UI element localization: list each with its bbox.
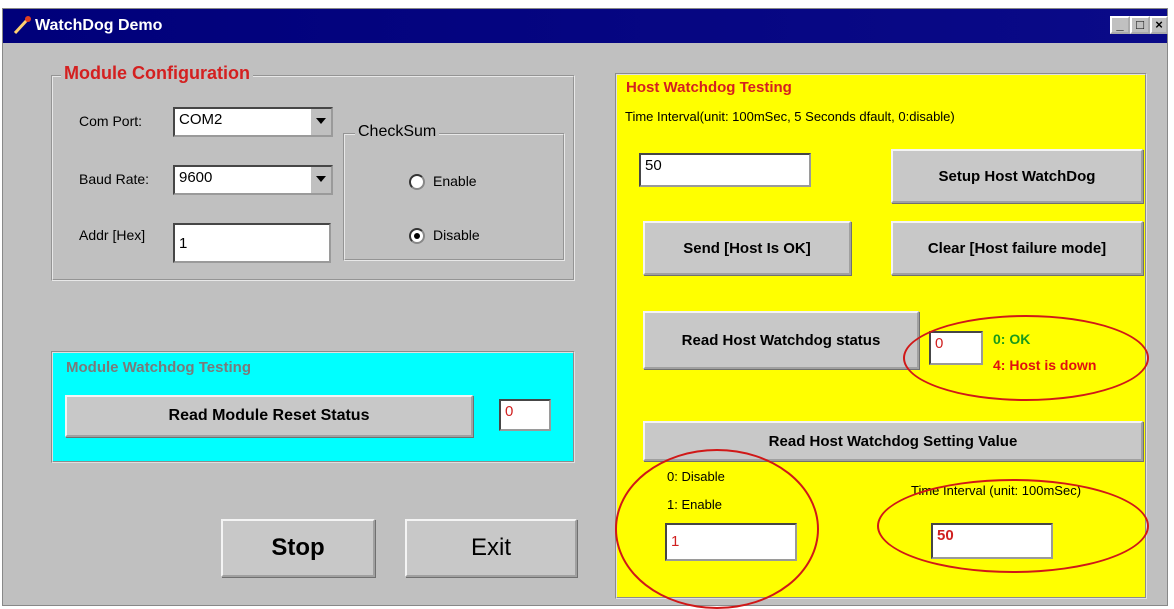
- window-title: WatchDog Demo: [35, 17, 163, 34]
- clear-host-failure-button[interactable]: Clear [Host failure mode]: [891, 221, 1143, 275]
- status-ok-text: 0: OK: [993, 331, 1031, 347]
- radio-on-icon: [409, 228, 425, 245]
- com-port-label: Com Port:: [79, 113, 143, 129]
- com-port-value: COM2: [179, 111, 223, 128]
- chevron-down-icon[interactable]: [309, 167, 331, 193]
- chevron-down-icon[interactable]: [309, 109, 331, 135]
- interval-hint: Time Interval(unit: 100mSec, 5 Seconds d…: [625, 109, 955, 124]
- checksum-legend: CheckSum: [355, 123, 440, 141]
- host-interval-input[interactable]: 50: [639, 153, 811, 187]
- checksum-group: CheckSum Enable Disable: [343, 123, 565, 261]
- read-module-reset-button[interactable]: Read Module Reset Status: [65, 395, 473, 437]
- status-down-text: 4: Host is down: [993, 357, 1097, 373]
- module-reset-status-field[interactable]: 0: [499, 399, 551, 431]
- stop-button[interactable]: Stop: [221, 519, 375, 577]
- minimize-button[interactable]: _: [1110, 16, 1130, 34]
- read-host-status-button[interactable]: Read Host Watchdog status: [643, 311, 919, 369]
- module-config-group: Module Configuration Com Port: COM2 Baud…: [51, 63, 575, 281]
- baud-rate-label: Baud Rate:: [79, 171, 150, 187]
- host-watchdog-panel: Host Watchdog Testing Time Interval(unit…: [615, 73, 1147, 599]
- checksum-enable-label: Enable: [433, 173, 477, 189]
- host-enable-field[interactable]: 1: [665, 523, 797, 561]
- app-icon: [13, 16, 31, 35]
- baud-rate-value: 9600: [179, 169, 213, 186]
- close-button[interactable]: ×: [1150, 16, 1168, 34]
- main-window: WatchDog Demo _ □ × Module Configuration…: [2, 8, 1168, 609]
- host-status-field[interactable]: 0: [929, 331, 983, 365]
- baud-rate-select[interactable]: 9600: [173, 165, 333, 195]
- disable-text: 0: Disable: [667, 469, 725, 484]
- maximize-button[interactable]: □: [1130, 16, 1150, 34]
- exit-button[interactable]: Exit: [405, 519, 577, 577]
- addr-input[interactable]: 1: [173, 223, 331, 263]
- module-watchdog-panel: Module Watchdog Testing Read Module Rese…: [51, 351, 575, 463]
- radio-off-icon: [409, 174, 425, 191]
- setup-host-watchdog-button[interactable]: Setup Host WatchDog: [891, 149, 1143, 203]
- module-watchdog-legend: Module Watchdog Testing: [66, 359, 251, 376]
- com-port-select[interactable]: COM2: [173, 107, 333, 137]
- enable-text: 1: Enable: [667, 497, 722, 512]
- host-setting-interval-field[interactable]: 50: [931, 523, 1053, 559]
- setting-interval-label: Time Interval (unit: 100mSec): [911, 483, 1082, 498]
- read-host-setting-button[interactable]: Read Host Watchdog Setting Value: [643, 421, 1143, 461]
- send-host-ok-button[interactable]: Send [Host Is OK]: [643, 221, 851, 275]
- module-config-legend: Module Configuration: [61, 63, 253, 84]
- addr-label: Addr [Hex]: [79, 227, 146, 243]
- title-bar[interactable]: WatchDog Demo _ □ ×: [3, 9, 1168, 43]
- host-watchdog-legend: Host Watchdog Testing: [626, 79, 792, 96]
- checksum-enable-radio[interactable]: Enable: [409, 173, 477, 191]
- checksum-disable-radio[interactable]: Disable: [409, 227, 480, 245]
- checksum-disable-label: Disable: [433, 227, 480, 243]
